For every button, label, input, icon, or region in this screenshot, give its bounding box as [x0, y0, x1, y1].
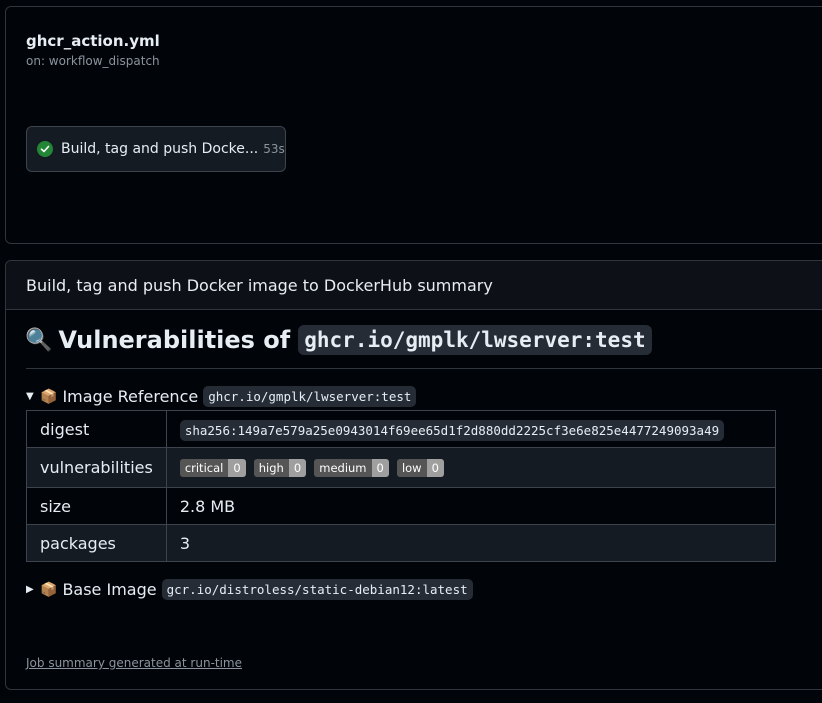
job-card[interactable]: Build, tag and push Docke... 53s [26, 126, 286, 172]
row-key: vulnerabilities [26, 447, 167, 488]
badge-high: high 0 [253, 459, 307, 478]
job-duration: 53s [263, 142, 285, 156]
package-icon: 📦 [40, 388, 58, 405]
magnifying-glass-icon: 🔍 [25, 327, 53, 353]
workflow-name: ghcr_action.yml [26, 32, 160, 50]
heading-divider [26, 368, 822, 369]
caret-down-icon: ▼ [26, 391, 34, 402]
base-image-toggle[interactable]: ▶ 📦 Base Image gcr.io/distroless/static-… [26, 579, 473, 600]
row-key: digest [26, 410, 167, 448]
row-value: 2.8 MB [165, 487, 777, 525]
image-reference-code: ghcr.io/gmplk/lwserver:test [203, 386, 417, 407]
table-row: vulnerabilities critical 0 high 0 medium 0 … [26, 447, 777, 488]
badge-low: low 0 [396, 459, 444, 478]
badge-critical: critical 0 [179, 459, 246, 478]
base-image-code: gcr.io/distroless/static-debian12:latest [161, 579, 473, 600]
row-key: packages [26, 524, 167, 562]
row-value: 3 [165, 524, 777, 562]
workflow-trigger: on: workflow_dispatch [26, 54, 160, 68]
badge-medium: medium 0 [314, 459, 389, 478]
heading-image-code: ghcr.io/gmplk/lwserver:test [298, 325, 652, 355]
vulnerabilities-heading: 🔍 Vulnerabilities of ghcr.io/gmplk/lwser… [25, 325, 652, 355]
summary-header: Build, tag and push Docker image to Dock… [6, 261, 822, 310]
check-circle-icon [37, 141, 53, 157]
workflow-graph-panel: ghcr_action.yml on: workflow_dispatch Bu… [5, 6, 822, 244]
base-image-label: Base Image [62, 580, 157, 599]
row-value: critical 0 high 0 medium 0 low 0 [165, 447, 777, 488]
heading-prefix: Vulnerabilities of [58, 326, 291, 354]
row-value: sha256:149a7e579a25e0943014f69ee65d1f2d8… [165, 410, 777, 448]
image-reference-toggle[interactable]: ▼ 📦 Image Reference ghcr.io/gmplk/lwserv… [26, 386, 417, 407]
job-summary-panel: Build, tag and push Docker image to Dock… [5, 260, 822, 690]
digest-code: sha256:149a7e579a25e0943014f69ee65d1f2d8… [179, 419, 725, 441]
image-reference-label: Image Reference [62, 387, 199, 406]
table-row: packages 3 [26, 524, 777, 562]
package-icon: 📦 [40, 581, 58, 598]
job-name: Build, tag and push Docke... [61, 141, 259, 157]
caret-right-icon: ▶ [26, 584, 34, 595]
job-summary-footer-link[interactable]: Job summary generated at run-time [26, 656, 242, 670]
table-row: size 2.8 MB [26, 487, 777, 525]
table-row: digest sha256:149a7e579a25e0943014f69ee6… [26, 410, 777, 448]
row-key: size [26, 487, 167, 525]
image-reference-table: digest sha256:149a7e579a25e0943014f69ee6… [26, 410, 777, 562]
